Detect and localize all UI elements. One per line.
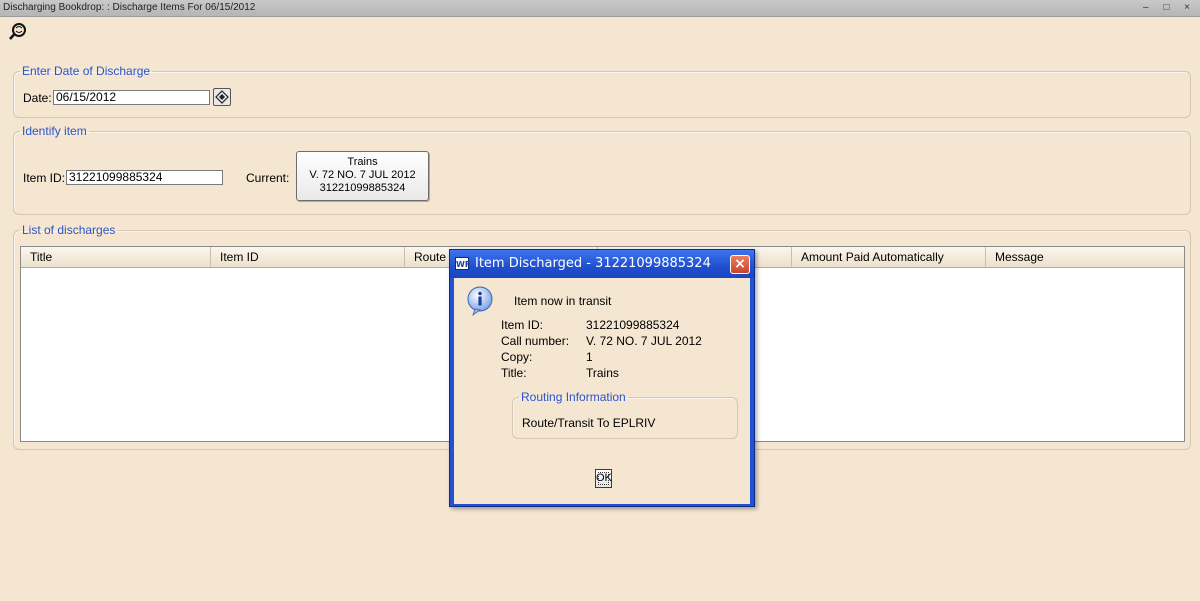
field-value-item-id: 31221099885324 xyxy=(586,318,680,332)
item-id-input[interactable] xyxy=(66,170,223,185)
dialog-body: Item now in transit Item ID: 31221099885… xyxy=(454,278,750,504)
field-label-item-id: Item ID: xyxy=(501,318,544,332)
transit-headline: Item now in transit xyxy=(514,294,612,308)
current-title: Trains xyxy=(347,156,378,168)
dialog-title-bar: WF Item Discharged - 31221099885324 × xyxy=(450,250,754,278)
app-icon: WF xyxy=(455,257,470,270)
window-title: Discharging Bookdrop: : Discharge Items … xyxy=(3,2,256,13)
col-item-id[interactable]: Item ID xyxy=(211,247,405,267)
search-magnifier-icon[interactable] xyxy=(7,21,29,43)
routing-legend: Routing Information xyxy=(521,390,626,404)
routing-information-group: Routing Information xyxy=(512,390,738,439)
current-item-button[interactable]: Trains V. 72 NO. 7 JUL 2012 312210998853… xyxy=(296,151,429,201)
window-controls[interactable]: – □ × xyxy=(1143,0,1196,16)
date-label: Date: xyxy=(23,91,52,105)
discharges-legend: List of discharges xyxy=(22,223,116,237)
field-value-title: Trains xyxy=(586,366,619,380)
field-value-copy: 1 xyxy=(586,350,593,364)
field-label-title: Title: xyxy=(501,366,527,380)
current-call-number: V. 72 NO. 7 JUL 2012 xyxy=(309,169,416,181)
current-item-id: 31221099885324 xyxy=(319,182,406,194)
col-message[interactable]: Message xyxy=(986,247,1184,267)
calendar-diamond-icon xyxy=(215,90,229,104)
info-icon xyxy=(467,286,493,316)
close-button[interactable]: × xyxy=(730,255,750,274)
current-label: Current: xyxy=(246,171,290,185)
field-label-copy: Copy: xyxy=(501,350,533,364)
col-amount-paid[interactable]: Amount Paid Automatically xyxy=(792,247,986,267)
date-group-legend: Enter Date of Discharge xyxy=(22,64,151,78)
ok-button[interactable]: OK xyxy=(595,469,612,488)
field-label-call-number: Call number: xyxy=(501,334,570,348)
field-value-call-number: V. 72 NO. 7 JUL 2012 xyxy=(586,334,702,348)
item-discharged-dialog: WF Item Discharged - 31221099885324 × It… xyxy=(449,249,755,507)
routing-text: Route/Transit To EPLRIV xyxy=(522,416,656,430)
dialog-title: Item Discharged - 31221099885324 xyxy=(475,256,711,271)
item-id-label: Item ID: xyxy=(23,171,66,185)
col-title[interactable]: Title xyxy=(21,247,211,267)
calendar-button[interactable] xyxy=(213,88,231,106)
date-input[interactable] xyxy=(53,90,210,105)
identify-item-legend: Identify item xyxy=(22,124,87,138)
window-title-bar: Discharging Bookdrop: : Discharge Items … xyxy=(0,0,1200,17)
